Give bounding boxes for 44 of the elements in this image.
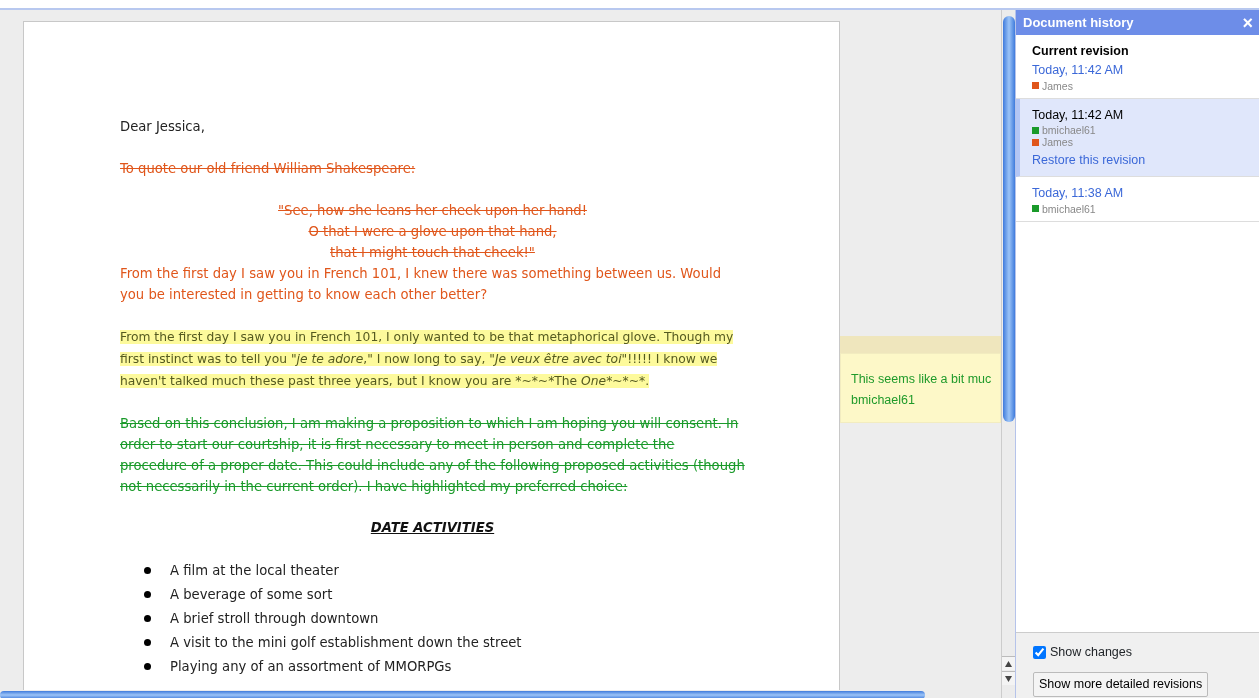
revision-item[interactable]: Today, 11:42 AM bmichael61 James Restore this revision <box>1016 98 1259 177</box>
bullet-icon <box>144 663 151 671</box>
deleted-text: Based on this conclusion, I am making a proposition to which I am hoping you will consent. In order to start our courtship, it is first necessary to meet in person and complete the procedure of a proper date. This could include any of the following proposed activities (though not necessarily in the current order). I have highlighted my preferred choice: <box>120 415 745 496</box>
comment-author: bmichael61 <box>851 392 916 409</box>
list-item: A brief stroll through downtown <box>170 609 379 628</box>
bullet-icon <box>144 591 151 599</box>
checkbox-label: Show changes <box>1050 644 1132 661</box>
revision-item[interactable]: Current revision Today, 11:42 AM James <box>1016 35 1259 99</box>
revision-heading: Current revision <box>1032 43 1130 60</box>
scrollbar-thumb[interactable] <box>1003 16 1015 422</box>
restore-link[interactable]: Restore this revision <box>1032 151 1146 170</box>
inserted-text: From the first day I saw you in French 101, I knew there was something between us. Would you be interested in getting to know each other better? <box>120 265 723 304</box>
list-item: A visit to the mini golf establishment down the street <box>170 633 522 652</box>
deleted-text: O that I were a glove upon that hand, <box>307 223 558 241</box>
deleted-text: "See, how she leans her cheek upon her hand! <box>277 202 588 220</box>
author-name: bmichael61 <box>1042 124 1096 137</box>
paragraph: Dear Jessica, <box>120 118 206 136</box>
author-name: bmichael61 <box>1042 202 1096 215</box>
author-name: James <box>1042 79 1073 92</box>
deleted-text: that I might touch that cheek!" <box>329 244 536 262</box>
bullet-icon <box>144 567 151 575</box>
panel-title: Document history <box>1023 13 1134 32</box>
scrollbar-thumb[interactable] <box>0 691 925 698</box>
show-changes-checkbox[interactable] <box>1033 645 1046 659</box>
scroll-down-button[interactable] <box>1002 671 1015 685</box>
bullet-icon <box>144 639 151 647</box>
list-item: Playing any of an assortment of MMORPGs <box>170 657 452 676</box>
comment-text: This seems like a bit muc <box>851 371 993 388</box>
list-item: A film at the local theater <box>170 561 339 580</box>
revision-item[interactable]: Today, 11:38 AM bmichael61 <box>1016 177 1259 222</box>
highlighted-text: From the first day I saw you in French 101, I only wanted to be that metaphorical glove. Though my first instinct was to tell you "je te adore," I now long to say, "Je veux être avec toi"!!!!! I know we haven't talked much these past three years, but I know you are *~*~*The One*~*~*. <box>120 329 735 390</box>
down-arrow-icon <box>1005 675 1012 682</box>
up-arrow-icon <box>1005 660 1012 667</box>
bullet-icon <box>144 615 151 623</box>
revision-time[interactable]: Today, 11:42 AM <box>1032 60 1124 80</box>
close-button[interactable]: × <box>1242 13 1253 32</box>
revision-time[interactable]: Today, 11:42 AM <box>1032 105 1124 125</box>
author-name: James <box>1042 136 1073 149</box>
revision-time[interactable]: Today, 11:38 AM <box>1032 184 1124 203</box>
detailed-revisions-button[interactable]: Show more detailed revisions <box>1033 671 1209 697</box>
scroll-up-button[interactable] <box>1002 656 1015 670</box>
heading: DATE ACTIVITIES <box>369 519 496 537</box>
deleted-text: To quote our old friend William Shakespeare: <box>120 160 417 178</box>
list-item: A beverage of some sort <box>170 585 333 604</box>
